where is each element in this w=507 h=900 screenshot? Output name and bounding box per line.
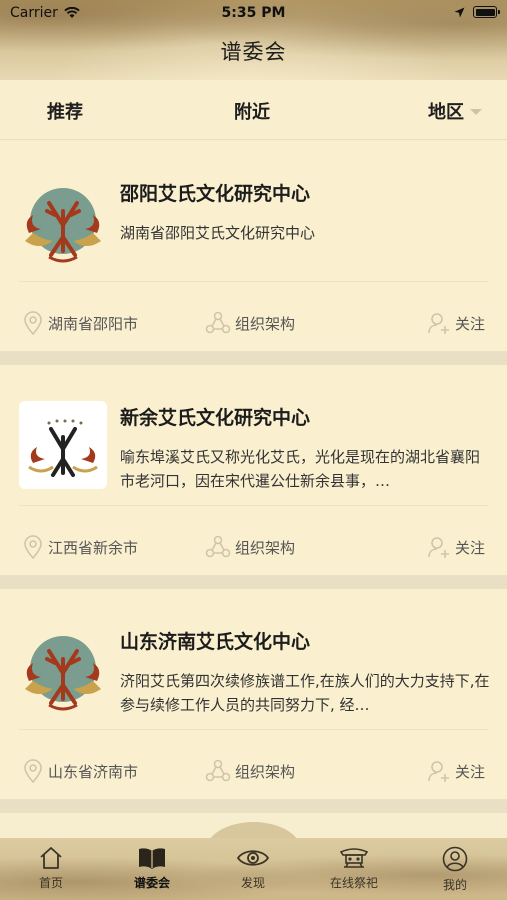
filter-recommend[interactable]: 推荐 [47,98,83,124]
follow-label: 关注 [455,538,486,557]
org-structure-label: 组织架构 [235,538,296,557]
filter-bar: 推荐 附近 地区 [0,80,507,140]
location-pin-icon [24,759,42,783]
shrine-icon [339,848,369,868]
card-title: 新余艾氏文化研究中心 [120,407,311,429]
book-icon [139,848,165,869]
card-location: 山东省济南市 [22,759,138,783]
tab-home-label: 首页 [38,876,63,890]
card-separator [0,799,507,813]
card-separator [0,351,507,365]
card-location: 江西省新余市 [22,535,138,559]
card-separator [0,575,507,589]
follow-user-icon [428,537,449,558]
home-icon [40,847,62,869]
committee-card[interactable]: 山东济南艾氏文化中心 济阳艾氏第四次续修族谱工作,在族人们的大力支持下,在参与续… [0,589,507,799]
card-divider [19,729,488,730]
chevron-down-icon [470,109,482,115]
card-description: 济阳艾氏第四次续修族谱工作,在族人们的大力支持下,在参与续修工作人员的共同努力下… [120,672,490,714]
tab-online-memorial[interactable]: 在线祭祀 [314,846,394,891]
follow-button[interactable]: 关注 [427,759,485,783]
follow-user-icon [428,313,449,334]
page-title: 谱委会 [220,40,287,64]
follow-label: 关注 [455,762,486,781]
tab-mine-label: 我的 [442,878,467,892]
org-chart-icon [205,759,231,782]
card-location-label: 湖南省邵阳市 [48,314,139,333]
org-chart-icon [205,311,231,334]
battery-icon [473,6,500,18]
tab-home[interactable]: 首页 [11,846,91,891]
card-location-label: 山东省济南市 [48,762,139,781]
tab-committee-label: 谱委会 [133,876,170,890]
filter-region-label: 地区 [428,102,464,123]
status-right [454,6,500,18]
committee-card[interactable]: 邵阳艾氏文化研究中心 湖南省邵阳艾氏文化研究中心 湖南省邵阳市 组织架构 关注 [0,141,507,351]
follow-button[interactable]: 关注 [427,535,485,559]
status-bar: Carrier 5:35 PM [0,0,507,28]
card-title: 山东济南艾氏文化中心 [120,631,311,653]
filter-region[interactable]: 地区 [428,98,482,124]
location-pin-icon [24,311,42,335]
follow-button[interactable]: 关注 [427,311,485,335]
org-structure-link[interactable]: 组织架构 [205,311,295,335]
clan-emblem-icon [19,629,107,717]
eye-icon [236,850,270,866]
org-structure-label: 组织架构 [235,762,296,781]
org-chart-icon [205,535,231,558]
follow-user-icon [428,761,449,782]
filter-nearby[interactable]: 附近 [234,98,270,124]
org-structure-link[interactable]: 组织架构 [205,535,295,559]
org-structure-link[interactable]: 组织架构 [205,759,295,783]
status-time: 5:35 PM [221,5,286,21]
tab-discover-label: 发现 [240,876,265,890]
card-title: 邵阳艾氏文化研究中心 [120,183,311,205]
card-description: 喻东埠溪艾氏又称光化艾氏，光化是现在的湖北省襄阳市老河口，因在宋代暹公仕新余县事… [120,448,481,490]
card-divider [19,505,488,506]
card-location-label: 江西省新余市 [48,538,139,557]
clan-emblem-icon [19,181,107,269]
committee-card[interactable]: 新余艾氏文化研究中心 喻东埠溪艾氏又称光化艾氏，光化是现在的湖北省襄阳市老河口，… [0,365,507,575]
location-arrow-icon [454,7,465,17]
tab-discover[interactable]: 发现 [213,846,293,891]
org-structure-label: 组织架构 [235,314,296,333]
tab-committee[interactable]: 谱委会 [112,846,192,891]
card-location: 湖南省邵阳市 [22,311,138,335]
tab-mine[interactable]: 我的 [415,846,495,893]
tab-online-memorial-label: 在线祭祀 [329,876,378,890]
clan-emblem-icon [19,401,107,489]
card-description: 湖南省邵阳艾氏文化研究中心 [120,224,316,242]
card-divider [19,281,488,282]
follow-label: 关注 [455,314,486,333]
header: Carrier 5:35 PM 谱委会 [0,0,507,80]
location-pin-icon [24,535,42,559]
user-icon [442,846,468,872]
